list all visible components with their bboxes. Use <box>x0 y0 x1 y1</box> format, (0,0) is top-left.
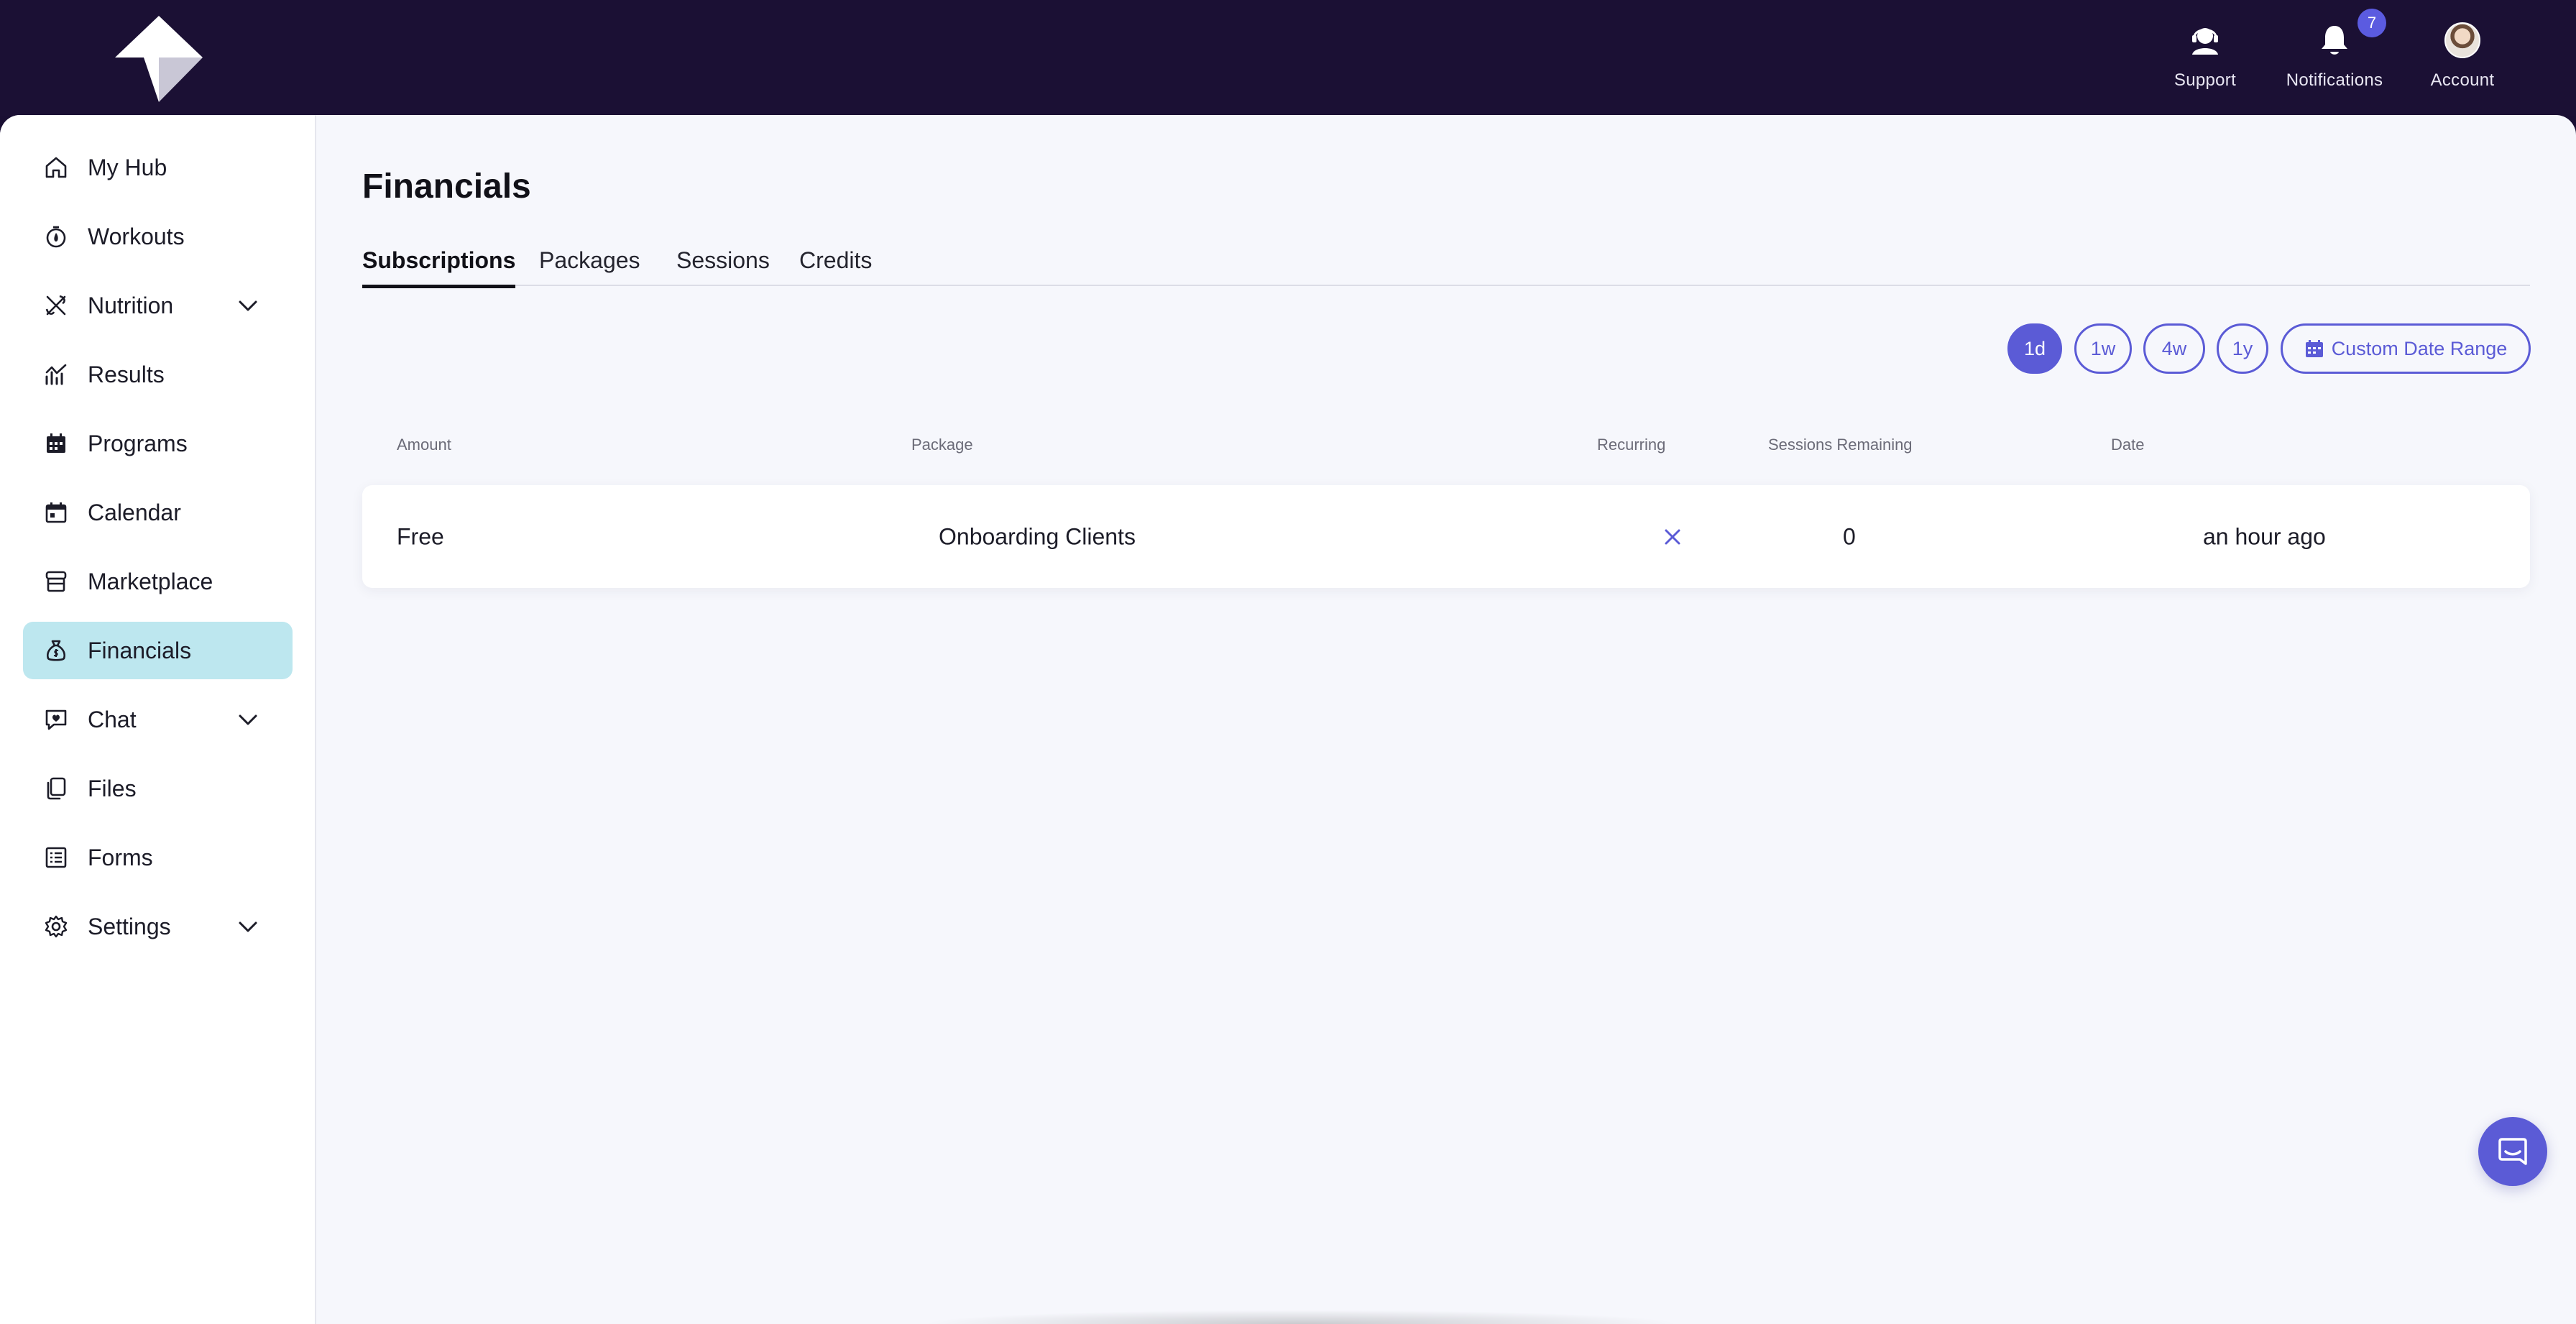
custom-date-range-button[interactable]: Custom Date Range <box>2281 323 2531 374</box>
financials-icon <box>43 638 69 663</box>
workouts-icon <box>43 224 69 249</box>
bell-icon: 7 <box>2314 9 2386 60</box>
tab-packages[interactable]: Packages <box>539 247 640 286</box>
custom-date-range-label: Custom Date Range <box>2331 337 2508 359</box>
tab-bar: Subscriptions Packages Sessions Credits <box>362 247 2530 288</box>
support-label: Support <box>2174 70 2237 90</box>
marketplace-icon <box>43 569 69 594</box>
sidebar-item-label: Chat <box>88 706 137 732</box>
range-1y-button[interactable]: 1y <box>2217 323 2268 374</box>
logo-icon[interactable] <box>115 16 203 102</box>
top-bar: Support 7 Notifications Account <box>0 0 2576 116</box>
sidebar-item-forms[interactable]: Forms <box>23 829 293 886</box>
chat-launcher-button[interactable] <box>2478 1117 2547 1186</box>
sidebar-item-label: My Hub <box>88 154 167 180</box>
sidebar-item-settings[interactable]: Settings <box>23 898 293 955</box>
cell-date: an hour ago <box>2203 523 2326 549</box>
chevron-down-icon[interactable] <box>236 294 259 317</box>
chevron-down-icon[interactable] <box>236 708 259 731</box>
sidebar-item-marketplace[interactable]: Marketplace <box>23 553 293 610</box>
avatar <box>2442 20 2483 60</box>
settings-icon <box>43 914 69 939</box>
sidebar-item-calendar[interactable]: Calendar <box>23 484 293 541</box>
notifications-button[interactable]: 7 Notifications <box>2282 9 2387 99</box>
sidebar: My Hub Workouts Nutrition Results Progra… <box>0 115 316 1324</box>
programs-icon <box>43 431 69 456</box>
bottom-shadow <box>920 1310 1682 1324</box>
sidebar-item-workouts[interactable]: Workouts <box>23 208 293 265</box>
app-shell: My Hub Workouts Nutrition Results Progra… <box>0 115 2576 1324</box>
tab-credits[interactable]: Credits <box>799 247 872 286</box>
account-button[interactable]: Account <box>2424 20 2501 99</box>
forms-icon <box>43 845 69 870</box>
chat-bubble-icon <box>2498 1138 2527 1165</box>
tab-sessions[interactable]: Sessions <box>676 247 770 286</box>
sidebar-item-nutrition[interactable]: Nutrition <box>23 277 293 334</box>
chat-icon <box>43 707 69 732</box>
sidebar-item-financials[interactable]: Financials <box>23 622 293 679</box>
sidebar-item-label: Calendar <box>88 499 181 525</box>
cell-sessions-remaining: 0 <box>1843 523 1856 549</box>
column-header-date[interactable]: Date <box>2111 436 2144 454</box>
files-icon <box>43 776 69 801</box>
sidebar-item-label: Financials <box>88 637 192 663</box>
sidebar-item-label: Results <box>88 361 165 387</box>
x-icon <box>1662 526 1683 548</box>
results-icon <box>43 362 69 387</box>
range-1w-button[interactable]: 1w <box>2074 323 2132 374</box>
range-1d-button[interactable]: 1d <box>2007 323 2062 374</box>
column-header-amount[interactable]: Amount <box>397 436 451 454</box>
home-icon <box>43 155 69 180</box>
notifications-label: Notifications <box>2286 70 2383 90</box>
support-button[interactable]: Support <box>2172 20 2238 99</box>
cell-package: Onboarding Clients <box>939 523 1136 549</box>
calendar-icon <box>43 500 69 525</box>
tab-subscriptions[interactable]: Subscriptions <box>362 247 516 288</box>
column-header-sessions-remaining[interactable]: Sessions Remaining <box>1768 436 1913 454</box>
support-icon <box>2185 20 2225 60</box>
nutrition-icon <box>43 293 69 318</box>
sidebar-item-programs[interactable]: Programs <box>23 415 293 472</box>
account-label: Account <box>2430 70 2495 90</box>
cell-amount: Free <box>397 523 444 549</box>
page-title: Financials <box>362 167 531 206</box>
calendar-icon <box>2305 340 2323 357</box>
sidebar-item-label: Settings <box>88 913 171 939</box>
sidebar-item-label: Workouts <box>88 223 185 249</box>
sidebar-item-label: Programs <box>88 430 188 456</box>
sidebar-item-label: Forms <box>88 844 153 870</box>
sidebar-item-files[interactable]: Files <box>23 760 293 817</box>
column-header-package[interactable]: Package <box>911 436 973 454</box>
sidebar-item-label: Nutrition <box>88 292 174 318</box>
column-header-recurring[interactable]: Recurring <box>1597 436 1665 454</box>
sidebar-item-chat[interactable]: Chat <box>23 691 293 748</box>
table-row[interactable]: Free Onboarding Clients 0 an hour ago <box>362 485 2530 588</box>
notifications-badge: 7 <box>2358 9 2386 37</box>
sidebar-item-label: Files <box>88 775 137 801</box>
sidebar-item-results[interactable]: Results <box>23 346 293 403</box>
range-4w-button[interactable]: 4w <box>2143 323 2205 374</box>
sidebar-item-my-hub[interactable]: My Hub <box>23 139 293 196</box>
sidebar-item-label: Marketplace <box>88 568 213 594</box>
chevron-down-icon[interactable] <box>236 915 259 938</box>
